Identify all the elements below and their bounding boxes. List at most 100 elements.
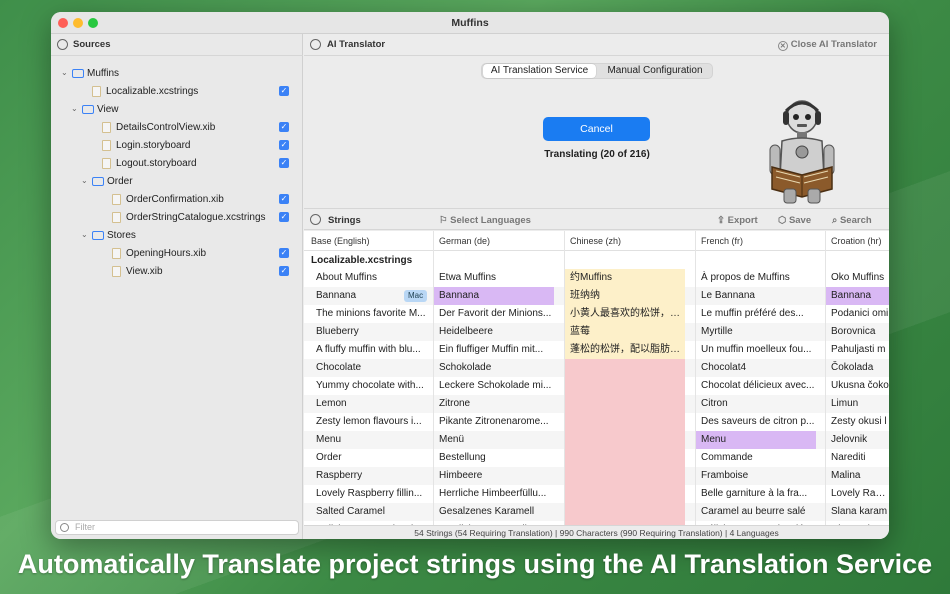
cell-hr[interactable]: Borovnica (826, 323, 889, 341)
include-checkbox[interactable]: ✓ (279, 266, 289, 276)
cell-de[interactable]: Gesalzenes Karamell (434, 503, 564, 521)
cell-de[interactable]: Schokolade (434, 359, 564, 377)
chevron-down-icon[interactable]: ⌄ (71, 104, 78, 113)
cell-base[interactable]: Raspberry (304, 467, 433, 485)
column-header-french[interactable]: French (fr) (701, 236, 743, 246)
cell-de[interactable]: Bestellung (434, 449, 564, 467)
cell-fr[interactable]: À propos de Muffins (696, 269, 825, 287)
table-row[interactable]: Lemon Zitrone Citron Limun (304, 395, 889, 413)
cell-hr[interactable]: Jelovnik (826, 431, 889, 449)
table-row[interactable]: Order Bestellung Commande Narediti (304, 449, 889, 467)
save-button[interactable]: ⬡ Save (778, 215, 811, 226)
cell-de[interactable]: Etwa Muffins (434, 269, 564, 287)
cell-zh[interactable]: 班纳纳 (565, 287, 685, 305)
chevron-down-icon[interactable]: ⌄ (81, 230, 88, 239)
include-checkbox[interactable]: ✓ (279, 140, 289, 150)
cell-base[interactable]: About Muffins (304, 269, 433, 287)
cell-hr[interactable]: Bannana (826, 287, 889, 305)
cell-base[interactable]: Menu (304, 431, 433, 449)
tree-item[interactable]: Logout.storyboard ✓ (51, 155, 303, 173)
cell-fr[interactable]: Le muffin préféré des... (696, 305, 825, 323)
table-row[interactable]: The minions favorite M... Der Favorit der… (304, 305, 889, 323)
chevron-down-icon[interactable]: ⌄ (61, 68, 68, 77)
table-row[interactable]: About Muffins Etwa Muffins 约Muffins À propo… (304, 269, 889, 287)
cell-fr[interactable]: Commande (696, 449, 825, 467)
cell-hr[interactable]: Limun (826, 395, 889, 413)
cell-fr[interactable]: Citron (696, 395, 825, 413)
table-row[interactable]: Lovely Raspberry fillin... Herrliche Himb… (304, 485, 889, 503)
table-row[interactable]: Menu Menü Menu Jelovnik (304, 431, 889, 449)
tab-ai-translation-service[interactable]: AI Translation Service (483, 64, 596, 78)
cell-de[interactable]: Der Favorit der Minions... (434, 305, 564, 323)
cell-hr[interactable]: Čokolada (826, 359, 889, 377)
cell-de[interactable]: Leckere Schokolade mi... (434, 377, 564, 395)
tree-item[interactable]: ⌄ Order (51, 173, 303, 191)
column-header-chinese[interactable]: Chinese (zh) (570, 236, 621, 246)
chevron-down-icon[interactable]: ⌄ (81, 176, 88, 185)
table-row[interactable]: Chocolate Schokolade Chocolat4 Čokolada (304, 359, 889, 377)
include-checkbox[interactable]: ✓ (279, 212, 289, 222)
include-checkbox[interactable]: ✓ (279, 248, 289, 258)
tree-item[interactable]: ⌄ Muffins (51, 65, 303, 83)
search-button[interactable]: ⌕ Search (832, 215, 872, 226)
tree-item[interactable]: View.xib ✓ (51, 263, 303, 281)
group-header-localizable[interactable]: Localizable.xcstrings (304, 251, 889, 269)
cell-base[interactable]: Lemon (304, 395, 433, 413)
close-ai-translator-button[interactable]: ✕ Close AI Translator (777, 39, 877, 51)
tab-manual-configuration[interactable]: Manual Configuration (598, 64, 712, 78)
include-checkbox[interactable]: ✓ (279, 86, 289, 96)
cell-base[interactable]: Salted Caramel (304, 503, 433, 521)
cell-fr[interactable]: Des saveurs de citron p... (696, 413, 825, 431)
table-row[interactable]: Salted Caramel Gesalzenes Karamell Caramel… (304, 503, 889, 521)
cell-hr[interactable]: Slana karam (826, 503, 889, 521)
table-row[interactable]: Bannana Bannana 班纳纳 Le Bannana Bannana Mac (304, 287, 889, 305)
cell-base[interactable]: Chocolate (304, 359, 433, 377)
cell-hr[interactable]: Pahuljasti m (826, 341, 889, 359)
cell-de[interactable]: Herrliche Himbeerfüllu... (434, 485, 564, 503)
cell-base[interactable]: Order (304, 449, 433, 467)
cell-zh[interactable] (565, 449, 685, 467)
cell-zh[interactable] (565, 395, 685, 413)
cell-hr[interactable]: Oko Muffins (826, 269, 889, 287)
cell-base[interactable]: Lovely Raspberry fillin... (304, 485, 433, 503)
cell-de[interactable]: Bannana (434, 287, 554, 305)
table-row[interactable]: A fluffy muffin with blu... Ein fluffiger… (304, 341, 889, 359)
tree-item[interactable]: OrderConfirmation.xib ✓ (51, 191, 303, 209)
cancel-button[interactable]: Cancel (543, 117, 650, 141)
include-checkbox[interactable]: ✓ (279, 158, 289, 168)
cell-hr[interactable]: Lovely Raspb (826, 485, 889, 503)
filter-field[interactable]: Filter (55, 520, 299, 535)
cell-fr[interactable]: Menu (696, 431, 816, 449)
cell-de[interactable]: Pikante Zitronenarome... (434, 413, 564, 431)
cell-base[interactable]: Zesty lemon flavours i... (304, 413, 433, 431)
cell-zh[interactable]: 蓝莓 (565, 323, 685, 341)
table-row[interactable]: Raspberry Himbeere Framboise Malina (304, 467, 889, 485)
cell-zh[interactable] (565, 413, 685, 431)
cell-zh[interactable] (565, 377, 685, 395)
cell-zh[interactable] (565, 359, 685, 377)
cell-hr[interactable]: Zesty okusi l (826, 413, 889, 431)
table-row[interactable]: Blueberry Heidelbeere 蓝莓 Myrtille Borovnica (304, 323, 889, 341)
include-checkbox[interactable]: ✓ (279, 122, 289, 132)
cell-de[interactable]: Menü (434, 431, 564, 449)
column-header-croatian[interactable]: Croation (hr) (831, 236, 882, 246)
tree-item[interactable]: Login.storyboard ✓ (51, 137, 303, 155)
cell-hr[interactable]: Podanici omi (826, 305, 889, 323)
cell-base[interactable]: Yummy chocolate with... (304, 377, 433, 395)
cell-zh[interactable]: 蓬松的松饼，配以脂肪和… (565, 341, 685, 359)
include-checkbox[interactable]: ✓ (279, 194, 289, 204)
cell-de[interactable]: Heidelbeere (434, 323, 564, 341)
cell-fr[interactable]: Myrtille (696, 323, 825, 341)
cell-base[interactable]: The minions favorite M... (304, 305, 433, 323)
cell-fr[interactable]: Chocolat4 (696, 359, 825, 377)
cell-zh[interactable] (565, 467, 685, 485)
cell-de[interactable]: Ein fluffiger Muffin mit... (434, 341, 564, 359)
cell-de[interactable]: Himbeere (434, 467, 564, 485)
cell-de[interactable]: Zitrone (434, 395, 564, 413)
cell-fr[interactable]: Un muffin moelleux fou... (696, 341, 825, 359)
cell-zh[interactable]: 小黄人最喜欢的松饼，香… (565, 305, 685, 323)
table-row[interactable]: Yummy chocolate with... Leckere Schokolad… (304, 377, 889, 395)
tree-item[interactable]: OpeningHours.xib ✓ (51, 245, 303, 263)
cell-fr[interactable]: Belle garniture à la fra... (696, 485, 825, 503)
cell-zh[interactable] (565, 431, 685, 449)
